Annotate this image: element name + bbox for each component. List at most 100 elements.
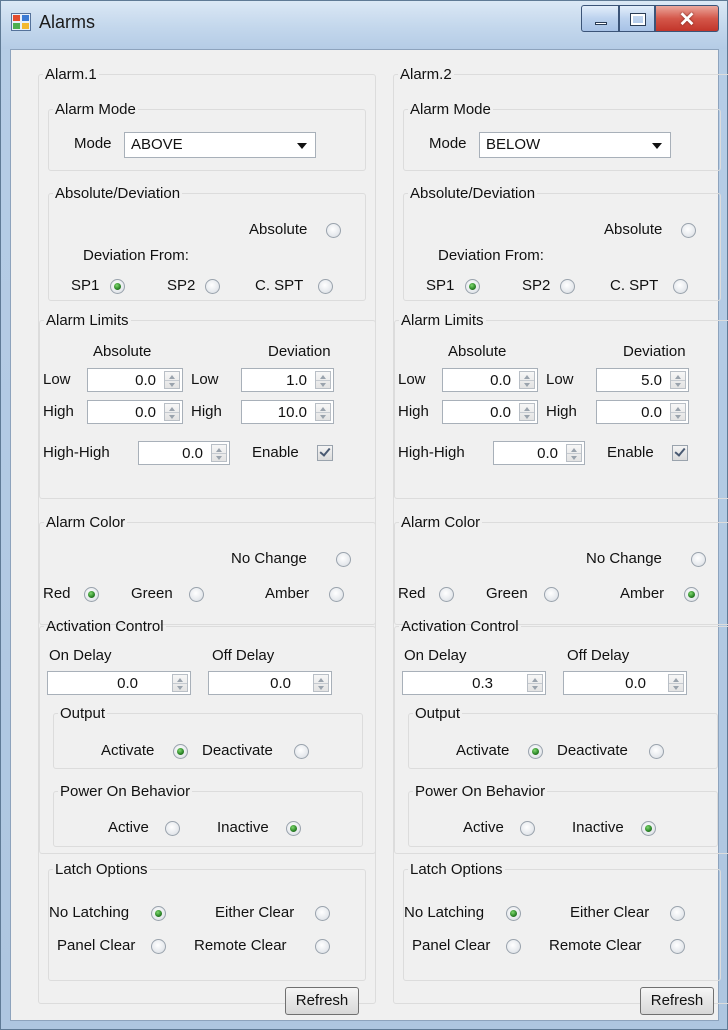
alarm-1-absolute-radio[interactable] — [326, 223, 341, 238]
alarm-1-title: Alarm.1 — [45, 66, 97, 83]
on-delay-value: 0.0 — [117, 675, 138, 692]
spin-buttons[interactable] — [670, 371, 686, 389]
alarm-1-abs-low-input[interactable]: 0.0 — [87, 368, 183, 392]
alarm-1-green-radio[interactable] — [189, 587, 204, 602]
alarm-2-enable-checkbox[interactable] — [672, 445, 688, 461]
inactive-label: Inactive — [572, 819, 624, 836]
alarm-2-dev-low-input[interactable]: 5.0 — [596, 368, 689, 392]
alarm-2-either-clear-radio[interactable] — [670, 906, 685, 921]
alarm-1-abs-high-input[interactable]: 0.0 — [87, 400, 183, 424]
alarm-1-cspt-radio[interactable] — [318, 279, 333, 294]
alarm-2-no-latching-radio[interactable] — [506, 906, 521, 921]
red-label: Red — [43, 585, 71, 602]
minimize-button[interactable] — [581, 5, 619, 32]
alarm-1-no-latching-radio[interactable] — [151, 906, 166, 921]
alarm-1-mode-select[interactable]: ABOVE — [124, 132, 316, 158]
absolute-column-header: Absolute — [93, 343, 152, 360]
chevron-down-icon — [652, 143, 662, 149]
alarm-2-abs-low-input[interactable]: 0.0 — [442, 368, 538, 392]
alarm-1-enable-checkbox[interactable] — [317, 445, 333, 461]
alarm-2-red-radio[interactable] — [439, 587, 454, 602]
alarm-1-active-radio[interactable] — [165, 821, 180, 836]
close-button[interactable]: ✕ — [655, 5, 719, 32]
spin-buttons[interactable] — [315, 403, 331, 421]
maximize-button[interactable] — [619, 5, 655, 32]
title-bar[interactable]: Alarms ✕ — [1, 1, 727, 49]
alarm-1-dev-low-input[interactable]: 1.0 — [241, 368, 334, 392]
alarm-2-mode-select[interactable]: BELOW — [479, 132, 671, 158]
spin-buttons[interactable] — [172, 674, 188, 692]
alarm-2-refresh-button[interactable]: Refresh — [640, 987, 714, 1015]
alarm-2-inactive-radio[interactable] — [641, 821, 656, 836]
checkmark-icon — [319, 445, 331, 457]
app-icon[interactable] — [11, 13, 31, 31]
alarm-2-active-radio[interactable] — [520, 821, 535, 836]
alarm-2-sp2-radio[interactable] — [560, 279, 575, 294]
spin-buttons[interactable] — [527, 674, 543, 692]
alarm-2-abs-high-input[interactable]: 0.0 — [442, 400, 538, 424]
abs-low-value: 0.0 — [135, 372, 156, 389]
alarm-1-highhigh-input[interactable]: 0.0 — [138, 441, 230, 465]
alarm-2-activate-radio[interactable] — [528, 744, 543, 759]
alarm-1-dev-high-input[interactable]: 10.0 — [241, 400, 334, 424]
checkmark-icon — [674, 445, 686, 457]
alarm-1-panel-clear-radio[interactable] — [151, 939, 166, 954]
alarm-1-no-change-radio[interactable] — [336, 552, 351, 567]
alarm-2-absolute-radio[interactable] — [681, 223, 696, 238]
alarm-1-sp1-radio[interactable] — [110, 279, 125, 294]
alarm-2-amber-radio[interactable] — [684, 587, 699, 602]
alarm-1-output-group: Output Activate Deactivate — [53, 705, 363, 769]
spin-buttons[interactable] — [211, 444, 227, 462]
alarm-1-inactive-radio[interactable] — [286, 821, 301, 836]
abs-high-label: High — [43, 403, 74, 420]
deviation-column-header: Deviation — [623, 343, 686, 360]
alarm-1-amber-radio[interactable] — [329, 587, 344, 602]
dev-high-label: High — [191, 403, 222, 420]
spin-buttons[interactable] — [164, 371, 180, 389]
alarm-1-activate-radio[interactable] — [173, 744, 188, 759]
alarm-1-remote-clear-radio[interactable] — [315, 939, 330, 954]
off-delay-label: Off Delay — [567, 647, 630, 664]
alarm-1-deactivate-radio[interactable] — [294, 744, 309, 759]
alarm-2-panel: Alarm.2 Alarm Mode Mode BELOW Absolute/D… — [393, 66, 728, 1015]
alarm-2-no-change-radio[interactable] — [691, 552, 706, 567]
alarm-2-dev-high-input[interactable]: 0.0 — [596, 400, 689, 424]
alarm-2-deactivate-radio[interactable] — [649, 744, 664, 759]
alarm-1-on-delay-input[interactable]: 0.0 — [47, 671, 191, 695]
alarm-2-green-radio[interactable] — [544, 587, 559, 602]
alarm-2-off-delay-input[interactable]: 0.0 — [563, 671, 687, 695]
off-delay-value: 0.0 — [625, 675, 646, 692]
spin-buttons[interactable] — [519, 403, 535, 421]
spin-buttons[interactable] — [519, 371, 535, 389]
abs-low-label: Low — [398, 371, 426, 388]
alarm-2-on-delay-input[interactable]: 0.3 — [402, 671, 546, 695]
spin-buttons[interactable] — [670, 403, 686, 421]
enable-label: Enable — [252, 444, 299, 461]
spin-buttons[interactable] — [313, 674, 329, 692]
alarm-2-highhigh-input[interactable]: 0.0 — [493, 441, 585, 465]
spin-buttons[interactable] — [668, 674, 684, 692]
alarm-2-panel-clear-radio[interactable] — [506, 939, 521, 954]
alarm-2-limits-group: Alarm Limits Absolute Deviation Low 0.0 … — [394, 312, 728, 499]
alarm-2-remote-clear-radio[interactable] — [670, 939, 685, 954]
alarm-mode-label: Alarm Mode — [55, 101, 136, 118]
alarm-2-sp1-radio[interactable] — [465, 279, 480, 294]
alarm-1-refresh-button[interactable]: Refresh — [285, 987, 359, 1015]
abs-low-value: 0.0 — [490, 372, 511, 389]
alarm-1-either-clear-radio[interactable] — [315, 906, 330, 921]
activate-label: Activate — [101, 742, 155, 759]
alarm-1-sp2-radio[interactable] — [205, 279, 220, 294]
spin-buttons[interactable] — [164, 403, 180, 421]
either-clear-label: Either Clear — [215, 904, 295, 921]
highhigh-label: High-High — [43, 444, 110, 461]
window-client-area: Alarm.1 Alarm Mode Mode ABOVE Absolute/D… — [10, 49, 728, 1021]
alarm-2-cspt-radio[interactable] — [673, 279, 688, 294]
red-label: Red — [398, 585, 426, 602]
alarm-1-off-delay-input[interactable]: 0.0 — [208, 671, 332, 695]
alarm-1-red-radio[interactable] — [84, 587, 99, 602]
abs-high-value: 0.0 — [135, 404, 156, 421]
on-delay-label: On Delay — [49, 647, 112, 664]
spin-buttons[interactable] — [315, 371, 331, 389]
cspt-label: C. SPT — [610, 277, 659, 294]
spin-buttons[interactable] — [566, 444, 582, 462]
